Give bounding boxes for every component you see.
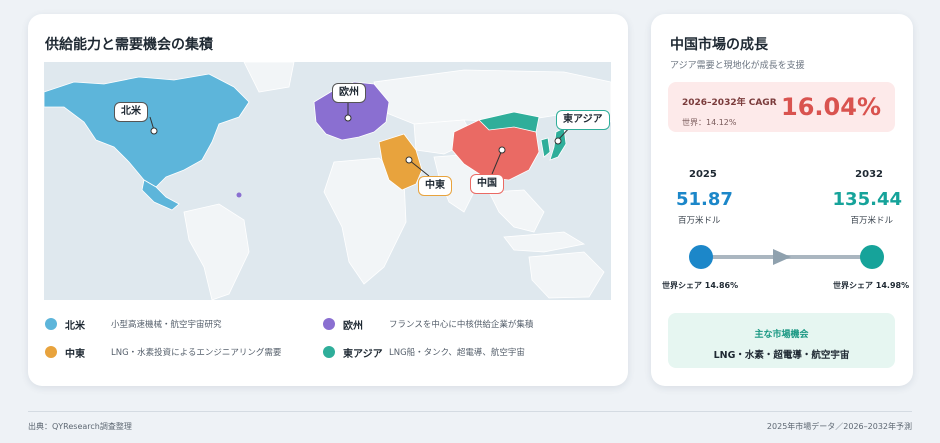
land-southeast-asia <box>488 189 545 233</box>
legend-dot <box>45 346 57 358</box>
region-korea <box>540 137 551 158</box>
region-north-america <box>44 73 250 188</box>
land-australia <box>528 251 605 299</box>
legend-name: 中東 <box>65 348 85 360</box>
land-indonesia <box>503 231 586 253</box>
legend-item-europe: 欧州 フランスを中心に中核供給企業が集積 <box>323 316 533 332</box>
footer-source: 出典：QYResearch調査整理 <box>28 422 132 431</box>
marker-north-america <box>150 127 158 135</box>
cagr-value: 16.04% <box>781 93 881 121</box>
legend-item-middle-east: 中東 LNG・水素投資によるエンジニアリング需要 <box>45 344 281 360</box>
marker-china <box>498 146 506 154</box>
legend-dot <box>323 318 335 330</box>
supply-map-card: 供給能力と需要機会の集積 北米 欧州 中東 中国 東アジア 北米 小型高速機械・… <box>28 14 628 386</box>
footer-divider <box>28 411 912 412</box>
map-label-china: 中国 <box>470 174 504 194</box>
map-label-north-america: 北米 <box>114 102 148 122</box>
legend-name: 北米 <box>65 320 85 332</box>
land-greenland <box>243 62 295 93</box>
end-value: 135.44 <box>832 189 902 210</box>
cagr-panel: 2026–2032年 CAGR 世界：14.12% 16.04% <box>668 82 895 132</box>
marker-east-asia <box>554 137 562 145</box>
legend-desc: LNG・水素投資によるエンジニアリング需要 <box>111 348 282 358</box>
end-share: 世界シェア 14.98% <box>833 281 910 290</box>
map-label-europe: 欧州 <box>332 83 366 103</box>
opportunity-title: 主な市場機会 <box>754 330 809 340</box>
opportunity-panel: 主な市場機会 LNG・水素・超電導・航空宇宙 <box>668 313 895 368</box>
card-title: 中国市場の成長 <box>670 37 768 53</box>
end-node <box>860 245 884 269</box>
start-unit: 百万米ドル <box>678 216 721 226</box>
legend-dot <box>323 346 335 358</box>
end-year: 2032 <box>855 169 883 180</box>
legend-item-north-america: 北米 小型高速機械・航空宇宙研究 <box>45 316 222 332</box>
legend-desc: LNG船・タンク、超電導、航空宇宙 <box>389 348 525 358</box>
legend-desc: 小型高速機械・航空宇宙研究 <box>111 320 222 330</box>
island-dot <box>236 192 242 198</box>
marker-europe <box>344 114 352 122</box>
end-unit: 百万米ドル <box>850 216 893 226</box>
cagr-label: 2026–2032年 CAGR <box>682 98 777 108</box>
world-map-svg <box>44 62 611 300</box>
china-growth-card: 中国市場の成長 アジア需要と現地化が成長を支援 2026–2032年 CAGR … <box>651 14 913 386</box>
opportunity-items: LNG・水素・超電導・航空宇宙 <box>713 350 850 361</box>
legend-name: 東アジア <box>343 348 383 360</box>
arrow-right-icon <box>773 249 791 265</box>
start-value: 51.87 <box>676 189 733 210</box>
legend-desc: フランスを中心に中核供給企業が集積 <box>389 320 534 330</box>
map-label-middle-east: 中東 <box>418 176 452 196</box>
card-subtitle: アジア需要と現地化が成長を支援 <box>670 61 805 71</box>
footer-note: 2025年市場データ／2026–2032年予測 <box>766 422 912 431</box>
legend-name: 欧州 <box>343 320 363 332</box>
map-label-east-asia: 東アジア <box>556 110 610 130</box>
legend-item-east-asia: 東アジア LNG船・タンク、超電導、航空宇宙 <box>323 344 525 360</box>
start-node <box>689 245 713 269</box>
marker-middle-east <box>405 156 413 164</box>
world-map: 北米 欧州 中東 中国 東アジア <box>44 62 611 300</box>
start-share: 世界シェア 14.86% <box>662 281 739 290</box>
legend-dot <box>45 318 57 330</box>
land-south-america <box>183 203 250 300</box>
start-year: 2025 <box>689 169 717 180</box>
card-title: 供給能力と需要機会の集積 <box>45 37 213 53</box>
cagr-world: 世界：14.12% <box>682 118 737 127</box>
region-mexico <box>141 179 180 211</box>
